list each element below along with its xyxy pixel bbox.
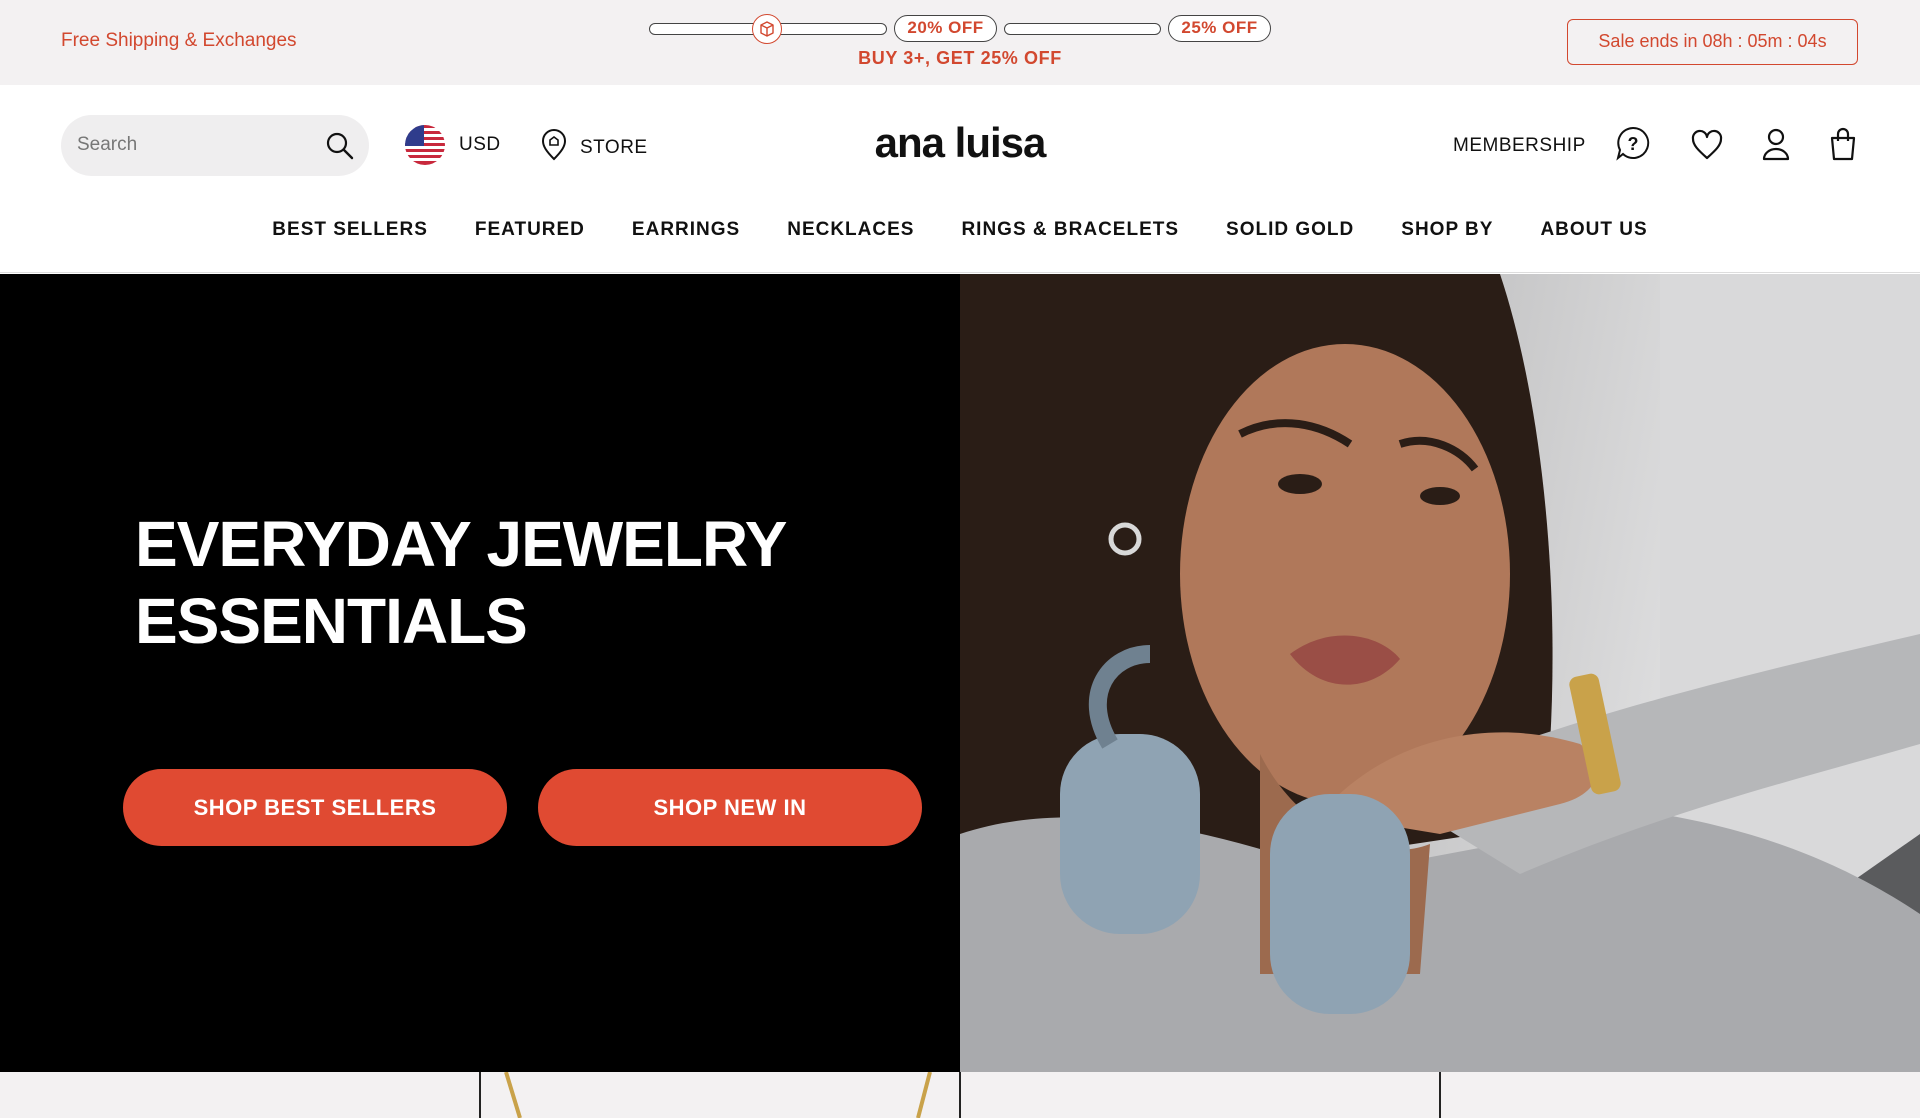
svg-text:?: ? xyxy=(1628,134,1639,154)
tier-20-badge: 20% OFF xyxy=(894,15,997,42)
shop-new-in-button[interactable]: SHOP NEW IN xyxy=(538,769,922,846)
nav-rings-bracelets[interactable]: RINGS & BRACELETS xyxy=(961,219,1179,241)
sale-timer: Sale ends in 08h : 05m : 04s xyxy=(1567,19,1858,65)
strip-divider xyxy=(959,1072,961,1118)
hero-title-line-1: EVERYDAY JEWELRY xyxy=(135,508,787,580)
product-strip xyxy=(0,1072,1920,1118)
help-icon[interactable]: ? xyxy=(1614,125,1652,168)
box-icon xyxy=(752,14,782,44)
heart-icon[interactable] xyxy=(1690,129,1724,166)
promo-bar: Free Shipping & Exchanges 20% OFF 25% OF… xyxy=(0,0,1920,85)
nav-shop-by[interactable]: SHOP BY xyxy=(1401,219,1493,241)
chain-necklace-image xyxy=(504,1072,932,1118)
hero-title: EVERYDAY JEWELRY ESSENTIALS xyxy=(135,506,895,660)
nav-best-sellers[interactable]: BEST SELLERS xyxy=(272,219,428,241)
progress-track-2 xyxy=(1004,23,1161,35)
strip-divider xyxy=(479,1072,481,1118)
hero-image xyxy=(960,274,1920,1072)
main-nav: BEST SELLERS FEATURED EARRINGS NECKLACES… xyxy=(0,219,1920,241)
discount-progress: 20% OFF 25% OFF xyxy=(649,14,1271,44)
nav-featured[interactable]: FEATURED xyxy=(475,219,585,241)
nav-solid-gold[interactable]: SOLID GOLD xyxy=(1226,219,1354,241)
tier-25-badge: 25% OFF xyxy=(1168,15,1271,42)
user-icon[interactable] xyxy=(1761,127,1791,166)
hero-panel: EVERYDAY JEWELRY ESSENTIALS SHOP BEST SE… xyxy=(0,274,960,1072)
strip-divider xyxy=(1439,1072,1441,1118)
nav-necklaces[interactable]: NECKLACES xyxy=(787,219,914,241)
site-header: USD STORE ana luisa MEMBERSHIP ? BEST SE… xyxy=(0,85,1920,273)
nav-about-us[interactable]: ABOUT US xyxy=(1540,219,1647,241)
hero-title-line-2: ESSENTIALS xyxy=(135,585,528,657)
bag-icon[interactable] xyxy=(1828,127,1858,166)
nav-earrings[interactable]: EARRINGS xyxy=(632,219,740,241)
shop-best-sellers-button[interactable]: SHOP BEST SELLERS xyxy=(123,769,507,846)
membership-link[interactable]: MEMBERSHIP xyxy=(1453,135,1586,157)
